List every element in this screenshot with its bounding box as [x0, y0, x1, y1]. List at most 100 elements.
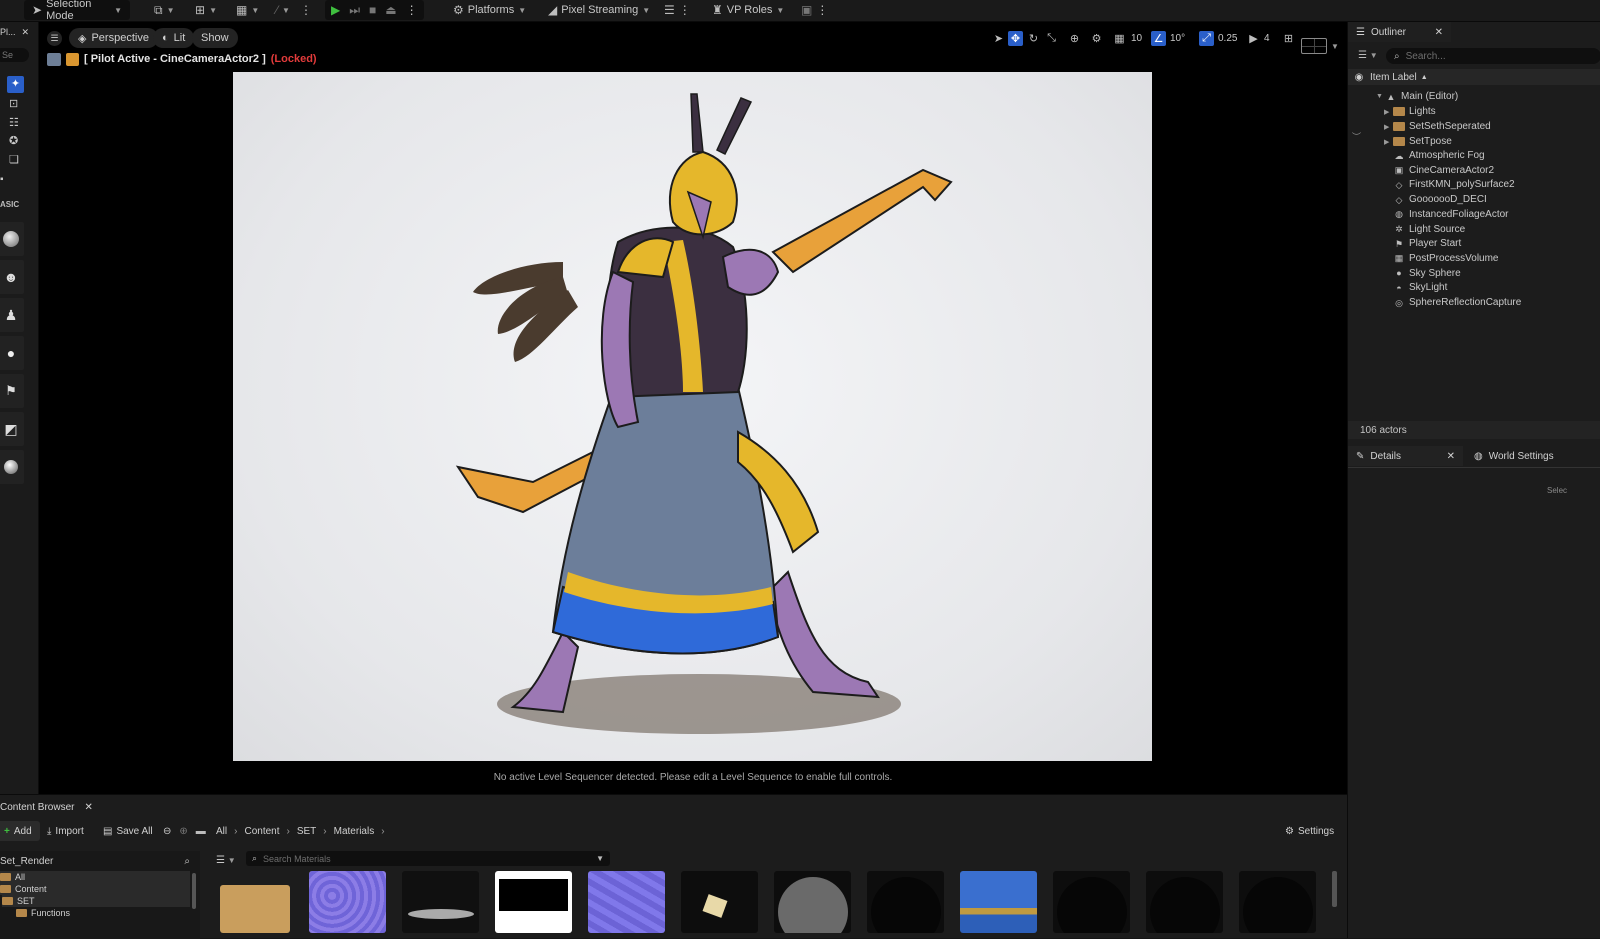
breadcrumb-item[interactable]: SET — [297, 826, 316, 837]
pilot-camera-icon[interactable] — [47, 52, 61, 66]
settings-button[interactable]: ☰ ⋮ — [664, 0, 691, 20]
forward-icon[interactable]: ⊕ — [179, 826, 187, 837]
grid-snap-value[interactable]: 10 — [1131, 33, 1142, 44]
asset-thumbnail[interactable] — [495, 871, 572, 933]
lights-category-icon[interactable]: ☷ — [9, 116, 19, 129]
asset-thumbnail[interactable] — [588, 871, 665, 933]
breadcrumb-separator-icon[interactable]: › — [323, 826, 326, 837]
more-options-icon[interactable]: ⋮ — [406, 4, 418, 16]
tree-scrollbar[interactable] — [192, 873, 196, 909]
asset-thumbnail[interactable] — [216, 871, 293, 933]
outliner-actor-row[interactable]: ✲ Light Source — [1348, 222, 1600, 237]
content-browser-tab[interactable]: Content Browser ✕ — [0, 799, 93, 816]
asset-thumbnail[interactable] — [1053, 871, 1130, 933]
scale-tool-icon[interactable]: ⤡ — [1044, 31, 1059, 46]
basic-category-icon[interactable]: ⊡ — [9, 97, 18, 110]
camera-speed-icon[interactable]: ▶ — [1246, 31, 1261, 46]
folder-tree-item[interactable]: Content — [0, 883, 190, 895]
grid-snap-icon[interactable]: ▦ — [1112, 31, 1127, 46]
close-icon[interactable]: ✕ — [84, 802, 92, 813]
show-button[interactable]: Show — [192, 28, 238, 48]
surface-snap-icon[interactable]: ⚙ — [1089, 31, 1104, 46]
eject-icon[interactable]: ⏏ — [385, 4, 396, 16]
rotation-snap-icon[interactable]: ∠ — [1151, 31, 1166, 46]
breadcrumb-item[interactable]: Content — [244, 826, 279, 837]
play-icon[interactable]: ▶ — [331, 4, 340, 16]
visibility-toggle-icon[interactable]: ︶ — [1352, 130, 1361, 143]
outliner-actor-row[interactable]: ⚑ Player Start — [1348, 236, 1600, 251]
visual-effects-category-icon[interactable]: ✪ — [9, 134, 18, 147]
outliner-actor-row[interactable]: ◇ GooooooD_DECI — [1348, 192, 1600, 207]
asset-search-input[interactable]: ⌕ Search Materials ▼ — [246, 851, 610, 866]
outliner-tab[interactable]: ☰ Outliner ✕ — [1348, 22, 1451, 42]
step-icon[interactable]: ⏭ — [349, 4, 360, 16]
viewport-menu-icon[interactable]: ☰ — [47, 31, 62, 46]
expand-arrow-icon[interactable]: ▶ — [1384, 108, 1393, 116]
eject-pilot-icon[interactable] — [66, 52, 79, 66]
maximize-viewport-icon[interactable]: ⊞ — [1281, 31, 1296, 46]
outliner-root-row[interactable]: ▼ ▲ Main (Editor) — [1348, 89, 1600, 104]
rotate-tool-icon[interactable]: ↻ — [1026, 31, 1041, 46]
add-button[interactable]: + Add — [0, 821, 40, 841]
folder-tree-item[interactable]: All — [0, 871, 190, 883]
world-space-icon[interactable]: ⊕ — [1067, 31, 1082, 46]
source-control-button[interactable]: ▣ ⋮ — [801, 0, 828, 20]
scale-snap-icon[interactable]: ⤢ — [1199, 31, 1214, 46]
perspective-button[interactable]: ◈ Perspective — [69, 28, 158, 48]
translate-tool-icon[interactable]: ✥ — [1008, 31, 1023, 46]
asset-thumbnail[interactable] — [402, 871, 479, 933]
geometry-category-icon[interactable]: ❏ — [9, 153, 19, 166]
rotation-snap-value[interactable]: 10° — [1170, 33, 1185, 44]
pixel-streaming-button[interactable]: ◢ Pixel Streaming ▼ — [548, 0, 650, 20]
place-actors-tab[interactable]: Pl... ✕ — [0, 25, 39, 39]
actor-item-light[interactable]: ● — [0, 336, 24, 370]
outliner-folder-row[interactable]: ▶ SetSethSeperated — [1348, 119, 1600, 134]
filter-icon[interactable]: ☰ ▼ — [216, 855, 236, 866]
level-viewport[interactable]: ☰ ◈ Perspective ◐ Lit Show ➤ ✥ ↻ ⤡ ⊕ ⚙ ▦… — [39, 22, 1347, 794]
breadcrumb-item[interactable]: All — [216, 826, 227, 837]
layout-icon[interactable] — [1301, 38, 1327, 54]
outliner-column-header[interactable]: ◉ Item Label ▲ — [1348, 69, 1600, 85]
settings-button[interactable]: ⚙ Settings — [1285, 821, 1334, 841]
outliner-actor-row[interactable]: ● Sky Sphere — [1348, 266, 1600, 281]
save-all-button[interactable]: ▤ Save All — [103, 821, 153, 841]
actor-item-character[interactable]: ☻ — [0, 260, 24, 294]
outliner-actor-row[interactable]: ☁ Atmospheric Fog — [1348, 148, 1600, 163]
place-actors-search-input[interactable]: Se — [0, 48, 29, 62]
filter-icon[interactable]: ☰ ▼ — [1358, 50, 1378, 61]
stop-icon[interactable]: ■ — [369, 4, 376, 16]
breadcrumb-separator-icon[interactable]: › — [287, 826, 290, 837]
back-icon[interactable]: ⊖ — [163, 826, 171, 837]
select-tool-icon[interactable]: ➤ — [991, 31, 1006, 46]
folder-icon[interactable]: ▬ — [196, 826, 206, 837]
folder-tree-item[interactable]: Functions — [16, 907, 190, 919]
asset-thumbnail[interactable] — [681, 871, 758, 933]
close-icon[interactable]: ✕ — [1447, 451, 1455, 462]
actor-item-pawn[interactable]: ♟ — [0, 298, 24, 332]
chevron-down-icon[interactable]: ▼ — [596, 854, 604, 863]
camera-view[interactable] — [233, 72, 1152, 761]
platforms-button[interactable]: ⚙ Platforms ▼ — [453, 0, 526, 20]
breadcrumb-separator-icon[interactable]: › — [381, 826, 384, 837]
outliner-actor-row[interactable]: ◎ SphereReflectionCapture — [1348, 295, 1600, 310]
actor-item-sphere[interactable] — [0, 450, 24, 484]
modes-button[interactable]: ⁄ ▼ — [276, 0, 290, 20]
vp-roles-button[interactable]: ♜ VP Roles ▼ — [712, 0, 784, 20]
recent-category-icon[interactable]: ✦ — [7, 76, 24, 93]
lit-button[interactable]: ◐ Lit — [153, 28, 195, 48]
more-category-icon[interactable]: ▪ — [0, 174, 4, 185]
asset-thumbnail[interactable] — [1239, 871, 1316, 933]
outliner-actor-row[interactable]: ◍ InstancedFoliageActor — [1348, 207, 1600, 222]
import-button[interactable]: ⤓ Import — [47, 821, 84, 841]
close-icon[interactable]: ✕ — [22, 27, 30, 38]
details-tab[interactable]: ✎ Details ✕ — [1348, 446, 1463, 466]
expand-arrow-icon[interactable]: ▶ — [1384, 138, 1393, 146]
eye-icon[interactable]: ◉ — [1348, 72, 1370, 83]
cinematics-button[interactable]: ▦ ▼ — [236, 0, 259, 20]
asset-scrollbar[interactable] — [1332, 871, 1337, 907]
folder-tree-item[interactable]: SET — [2, 895, 190, 907]
outliner-search-input[interactable]: ⌕ Search... — [1386, 48, 1600, 64]
outliner-actor-row[interactable]: ◇ FirstKMN_polySurface2 — [1348, 177, 1600, 192]
asset-thumbnail[interactable] — [867, 871, 944, 933]
outliner-actor-row[interactable]: ▦ PostProcessVolume — [1348, 251, 1600, 266]
